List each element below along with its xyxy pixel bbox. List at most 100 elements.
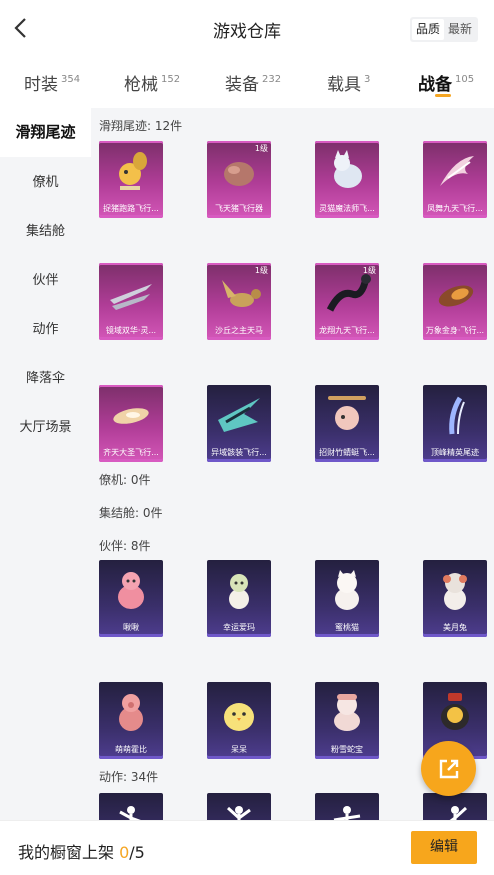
item-name: 幸运爱玛 xyxy=(223,623,255,632)
moon-rabbit-icon xyxy=(443,573,467,610)
dance-pose-icon xyxy=(449,806,468,820)
item-card[interactable]: 顶峰精英尾迹 xyxy=(423,385,487,462)
bamboo-copter-icon xyxy=(328,396,366,430)
section-header-glide: 滑翔尾迹: 12件 xyxy=(99,119,183,133)
item-name: 美月兔 xyxy=(443,623,467,632)
item-card[interactable]: 萌萌霍比 xyxy=(99,682,163,759)
golden-flame-icon xyxy=(438,285,474,307)
tab-vehicles[interactable]: 载具 3 xyxy=(327,70,370,95)
tab-count: 354 xyxy=(61,74,81,85)
sidebar-item-lobby-scene[interactable]: 大厅场景 xyxy=(0,403,91,452)
item-card[interactable]: 捉猪跑路飞行... xyxy=(99,141,163,218)
item-card[interactable] xyxy=(315,793,379,820)
item-name: 沙丘之主天马 xyxy=(215,326,263,335)
sidebar-item-parachute[interactable]: 降落伞 xyxy=(0,354,91,403)
item-card[interactable]: 招财竹蜻蜓飞... xyxy=(315,385,379,462)
tab-fashion[interactable]: 时装 354 xyxy=(24,70,80,95)
item-card[interactable]: 1级 龙翔九天飞行... xyxy=(315,263,379,340)
item-name: 凤舞九天飞行... xyxy=(427,204,483,213)
item-name: 齐天大圣飞行... xyxy=(103,448,159,457)
showcase-count: 我的橱窗上架 0/5 xyxy=(18,839,145,863)
sidebar-item-wingman[interactable]: 僚机 xyxy=(0,158,91,207)
sort-quality-option[interactable]: 品质 xyxy=(411,19,444,40)
peach-cat-icon xyxy=(335,570,359,610)
item-card[interactable]: 蜜桃猫 xyxy=(315,560,379,637)
item-card[interactable]: 万象金身·飞行... xyxy=(423,263,487,340)
item-name: 呆呆 xyxy=(231,745,247,754)
flying-pig-icon xyxy=(224,162,254,186)
tab-count: 152 xyxy=(161,74,181,85)
edit-button[interactable]: 编辑 xyxy=(411,831,477,864)
showcase-current: 0 xyxy=(119,843,130,862)
tab-equipment[interactable]: 装备 232 xyxy=(225,70,281,95)
share-out-icon xyxy=(439,759,458,778)
crystal-wings-icon xyxy=(110,284,152,310)
item-level: 1级 xyxy=(254,144,268,153)
item-card[interactable] xyxy=(423,793,487,820)
item-card[interactable]: 1级 沙丘之主天马 xyxy=(207,263,271,340)
category-sidebar: 滑翔尾迹 僚机 集结舱 伙伴 动作 降落伞 大厅场景 xyxy=(0,108,91,820)
item-card[interactable] xyxy=(207,793,271,820)
item-level: 1级 xyxy=(254,266,268,275)
sort-toggle[interactable]: 品质 最新 xyxy=(409,17,478,42)
item-card[interactable]: 凤舞九天飞行... xyxy=(423,141,487,218)
lucky-cat-icon xyxy=(229,574,249,609)
item-card[interactable]: 啾啾 xyxy=(99,560,163,637)
tab-count: 3 xyxy=(364,74,371,85)
item-card[interactable]: 异域骸装飞行... xyxy=(207,385,271,462)
item-name: 捉猪跑路飞行... xyxy=(103,204,159,213)
showcase-label: 我的橱窗上架 xyxy=(18,843,120,862)
item-name: 龙翔九天飞行... xyxy=(319,326,375,335)
item-name: 粉雪蛇宝 xyxy=(331,745,363,754)
item-card[interactable]: 呆呆 xyxy=(207,682,271,759)
dance-pose-icon xyxy=(226,806,251,820)
alien-armor-icon xyxy=(218,398,260,432)
item-level: 1级 xyxy=(362,266,376,275)
black-bird-icon xyxy=(441,693,469,730)
item-list[interactable]: 滑翔尾迹: 12件 捉猪跑路飞行... 1级 飞天猪飞行器 灵猫魔法师飞... … xyxy=(91,108,494,820)
phoenix-icon xyxy=(440,156,474,186)
section-header-partner: 伙伴: 8件 xyxy=(99,539,151,553)
tab-guns[interactable]: 枪械 152 xyxy=(124,70,180,95)
item-name: 顶峰精英尾迹 xyxy=(431,448,479,457)
sidebar-item-glide-trail[interactable]: 滑翔尾迹 xyxy=(0,108,91,157)
item-card[interactable]: 粉雪蛇宝 xyxy=(315,682,379,759)
item-name: 镜域双华·灵... xyxy=(105,326,157,335)
pig-balloon-icon xyxy=(119,152,147,190)
tab-label: 装备 xyxy=(225,75,259,95)
item-card[interactable]: 镜域双华·灵... xyxy=(99,263,163,340)
tab-label: 枪械 xyxy=(124,75,158,95)
active-tab-indicator xyxy=(435,94,451,97)
tab-count: 232 xyxy=(262,74,282,85)
dragon-icon xyxy=(326,274,371,312)
section-header-capsule: 集结舱: 0件 xyxy=(99,506,163,520)
item-card[interactable]: 齐天大圣飞行... xyxy=(99,385,163,462)
item-card[interactable]: 灵猫魔法师飞... xyxy=(315,141,379,218)
section-header-wingman: 僚机: 0件 xyxy=(99,473,151,487)
sidebar-item-capsule[interactable]: 集结舱 xyxy=(0,207,91,256)
top-bar: 游戏仓库 品质 最新 xyxy=(0,0,494,58)
tab-count: 105 xyxy=(455,74,475,85)
item-card[interactable]: 幸运爱玛 xyxy=(207,560,271,637)
hobby-pig-icon xyxy=(119,694,143,731)
pegasus-icon xyxy=(222,280,261,307)
item-name: 灵猫魔法师飞... xyxy=(319,204,375,213)
sidebar-item-action[interactable]: 动作 xyxy=(0,305,91,354)
item-name: 蜜桃猫 xyxy=(335,623,359,632)
share-float-button[interactable] xyxy=(421,741,476,796)
item-card[interactable] xyxy=(99,793,163,820)
item-card[interactable]: 1级 飞天猪飞行器 xyxy=(207,141,271,218)
magic-cat-icon xyxy=(334,150,362,188)
tab-label: 载具 xyxy=(327,75,361,95)
sidebar-item-partner[interactable]: 伙伴 xyxy=(0,256,91,305)
sort-newest-option[interactable]: 最新 xyxy=(444,19,476,40)
category-tabs: 时装 354 枪械 152 装备 232 载具 3 战备 105 xyxy=(0,58,494,108)
cloud-trail-icon xyxy=(113,408,149,424)
item-card[interactable]: 美月兔 xyxy=(423,560,487,637)
item-name: 招财竹蜻蜓飞... xyxy=(319,448,375,457)
item-name: 萌萌霍比 xyxy=(115,745,147,754)
chick-icon xyxy=(224,703,254,731)
showcase-max: /5 xyxy=(129,843,145,862)
tab-combat-prep[interactable]: 战备 105 xyxy=(418,70,474,95)
item-name: 万象金身·飞行... xyxy=(425,326,485,335)
